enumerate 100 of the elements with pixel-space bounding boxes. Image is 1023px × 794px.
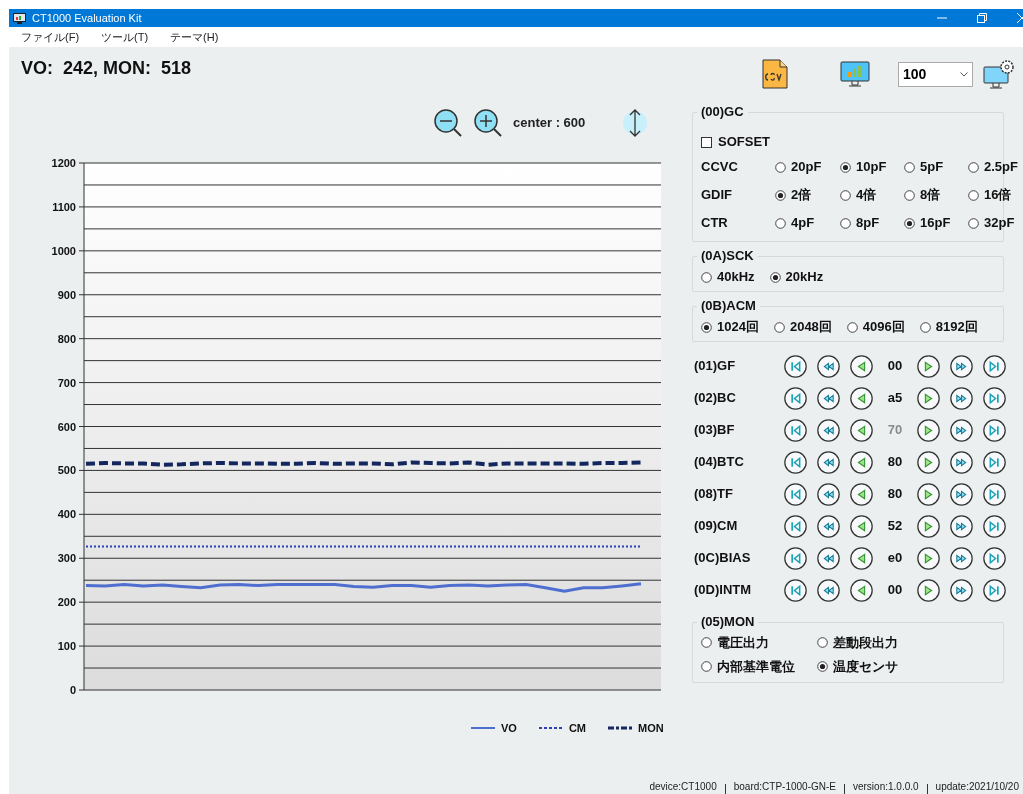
menu-item[interactable]: テーマ(H) [170, 28, 219, 46]
step-forward-icon[interactable] [917, 578, 940, 602]
step-back-icon[interactable] [850, 578, 873, 602]
zoom-select[interactable]: 100 [898, 61, 973, 87]
checkbox[interactable] [701, 136, 712, 148]
rewind-icon[interactable] [817, 482, 840, 506]
skip-back-icon[interactable] [784, 482, 807, 506]
skip-forward-icon[interactable] [983, 386, 1006, 410]
radio-button[interactable] [840, 161, 851, 173]
radio-button[interactable] [701, 271, 712, 283]
zoom-in-icon[interactable] [473, 108, 503, 138]
skip-forward-icon[interactable] [983, 578, 1006, 602]
register-label: (0C)BIAS [693, 549, 752, 568]
step-back-icon[interactable] [850, 514, 873, 538]
radio-button[interactable] [817, 637, 828, 649]
restore-icon[interactable] [977, 13, 987, 23]
skip-forward-icon[interactable] [983, 418, 1006, 442]
fast-forward-icon[interactable] [950, 578, 973, 602]
csv-file-icon[interactable] [762, 59, 788, 89]
status-text: update:2021/10/20 [935, 780, 1019, 794]
center-label: center : 600 [513, 114, 586, 133]
radio-button[interactable] [701, 660, 712, 672]
fast-forward-icon[interactable] [950, 386, 973, 410]
fast-forward-icon[interactable] [950, 546, 973, 570]
step-forward-icon[interactable] [917, 482, 940, 506]
step-back-icon[interactable] [850, 546, 873, 570]
radio-label: 内部基準電位 [717, 657, 795, 676]
radio-button[interactable] [775, 217, 786, 229]
radio-button[interactable] [904, 217, 915, 229]
fast-forward-icon[interactable] [950, 514, 973, 538]
fast-forward-icon[interactable] [950, 354, 973, 378]
skip-forward-icon[interactable] [983, 450, 1006, 474]
skip-back-icon[interactable] [784, 578, 807, 602]
axis-label: 1000 [51, 244, 76, 257]
rewind-icon[interactable] [817, 386, 840, 410]
radio-button[interactable] [775, 161, 786, 173]
skip-back-icon[interactable] [784, 546, 807, 570]
axis-label: 1200 [51, 157, 76, 169]
radio-button[interactable] [775, 189, 786, 201]
radio-button[interactable] [773, 321, 785, 333]
radio-button[interactable] [968, 189, 979, 201]
step-forward-icon[interactable] [917, 386, 940, 410]
menu-item[interactable]: ファイル(F) [21, 28, 80, 46]
readout-text: VO: 242, MON: 518 [21, 57, 192, 80]
radio-button[interactable] [701, 321, 712, 333]
skip-forward-icon[interactable] [983, 514, 1006, 538]
register-label: (08)TF [693, 485, 734, 504]
radio-label: 2倍 [791, 186, 812, 205]
axis-label: 0 [69, 684, 76, 696]
step-forward-icon[interactable] [917, 418, 940, 442]
legend-swatch [608, 726, 632, 731]
skip-back-icon[interactable] [784, 450, 807, 474]
skip-back-icon[interactable] [784, 418, 807, 442]
radio-button[interactable] [904, 161, 915, 173]
radio-button[interactable] [769, 271, 781, 283]
fast-forward-icon[interactable] [950, 482, 973, 506]
step-forward-icon[interactable] [917, 546, 940, 570]
axis-label: 500 [57, 464, 76, 477]
rewind-icon[interactable] [817, 450, 840, 474]
axis-label: 700 [57, 376, 76, 389]
radio-button[interactable] [919, 321, 931, 333]
menu-item[interactable]: ツール(T) [101, 28, 149, 46]
skip-forward-icon[interactable] [983, 354, 1006, 378]
step-back-icon[interactable] [850, 354, 873, 378]
status-text: device:CT1000 [649, 780, 717, 794]
skip-forward-icon[interactable] [983, 482, 1006, 506]
step-back-icon[interactable] [850, 386, 873, 410]
step-back-icon[interactable] [850, 418, 873, 442]
close-icon[interactable] [1017, 13, 1023, 23]
rewind-icon[interactable] [817, 546, 840, 570]
rewind-icon[interactable] [817, 354, 840, 378]
step-forward-icon[interactable] [917, 354, 940, 378]
fast-forward-icon[interactable] [950, 418, 973, 442]
radio-button[interactable] [904, 189, 915, 201]
step-back-icon[interactable] [850, 482, 873, 506]
radio-button[interactable] [817, 660, 828, 672]
skip-back-icon[interactable] [784, 514, 807, 538]
monitor-settings-icon[interactable] [983, 59, 1015, 89]
radio-button[interactable] [840, 189, 851, 201]
rewind-icon[interactable] [817, 418, 840, 442]
radio-label: 16pF [920, 214, 951, 233]
step-forward-icon[interactable] [917, 450, 940, 474]
vertical-arrows-icon[interactable] [623, 108, 648, 138]
zoom-out-icon[interactable] [433, 108, 463, 138]
radio-button[interactable] [846, 321, 858, 333]
axis-label: 100 [57, 640, 76, 653]
skip-back-icon[interactable] [784, 354, 807, 378]
skip-forward-icon[interactable] [983, 546, 1006, 570]
skip-back-icon[interactable] [784, 386, 807, 410]
radio-button[interactable] [840, 217, 851, 229]
step-forward-icon[interactable] [917, 514, 940, 538]
radio-button[interactable] [968, 161, 979, 173]
rewind-icon[interactable] [817, 514, 840, 538]
register-value: 80 [886, 485, 904, 504]
radio-button[interactable] [968, 217, 979, 229]
radio-button[interactable] [701, 637, 712, 649]
monitor-chart-icon[interactable] [840, 61, 870, 87]
rewind-icon[interactable] [817, 578, 840, 602]
step-back-icon[interactable] [850, 450, 873, 474]
fast-forward-icon[interactable] [950, 450, 973, 474]
